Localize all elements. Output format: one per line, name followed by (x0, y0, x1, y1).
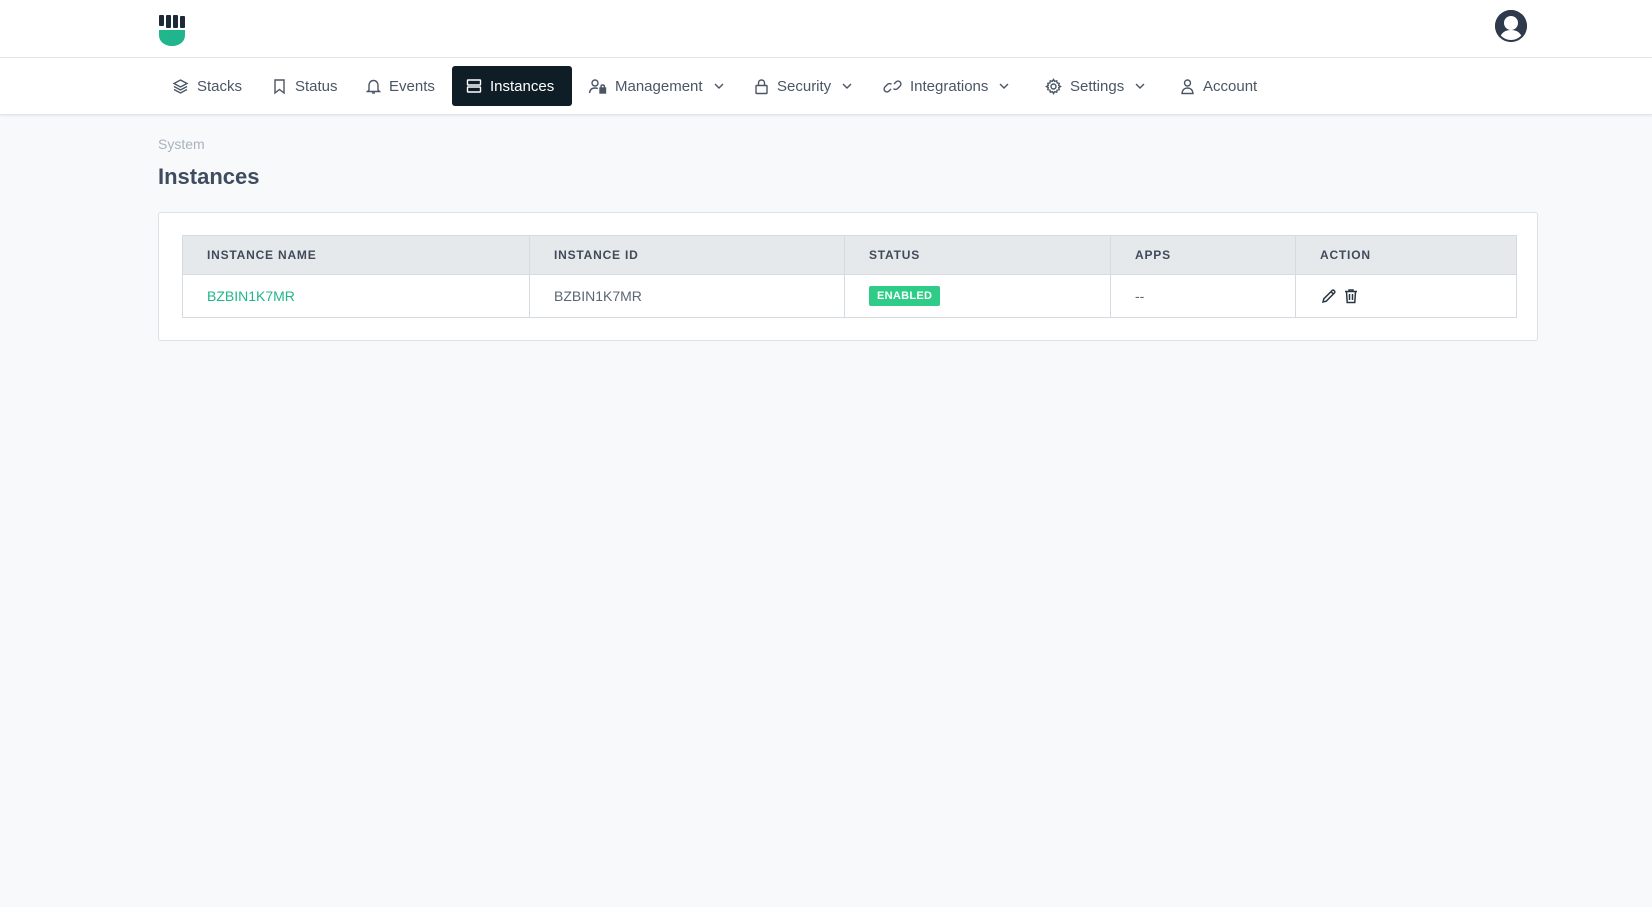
fist-logo-icon[interactable] (157, 15, 187, 47)
server-icon (466, 79, 482, 93)
trash-icon (1345, 289, 1357, 304)
bell-icon (366, 79, 381, 94)
nav-label-stacks: Stacks (197, 77, 243, 95)
nav-label-status: Status (295, 77, 338, 95)
instances-table: INSTANCE NAME INSTANCE ID STATUS APPS AC… (182, 235, 1517, 318)
nav-label-management: Management (615, 77, 703, 95)
user-avatar-icon (1495, 10, 1527, 42)
table-header-row: INSTANCE NAME INSTANCE ID STATUS APPS AC… (182, 235, 1517, 275)
chevron-down-icon (999, 83, 1009, 89)
nav-item-account[interactable]: Account (1166, 66, 1271, 106)
nav-item-events[interactable]: Events (352, 66, 449, 106)
page-title: Instances (158, 164, 260, 189)
breadcrumb[interactable]: System (158, 136, 205, 152)
nav-label-instances: Instances (490, 77, 555, 95)
nav-item-instances[interactable]: Instances (452, 66, 572, 106)
table-row: BZBIN1K7MR BZBIN1K7MR ENABLED -- (182, 274, 1517, 318)
lock-icon (755, 78, 768, 94)
column-header-action: ACTION (1295, 235, 1517, 275)
instance-name-cell: BZBIN1K7MR (182, 274, 530, 318)
pencil-icon (1321, 289, 1336, 304)
row-actions (1320, 287, 1516, 305)
chevron-down-icon (842, 83, 852, 89)
main-nav: Stacks Status Events Instances Managemen… (0, 58, 1652, 115)
nav-item-status[interactable]: Status (258, 66, 352, 106)
nav-label-integrations: Integrations (910, 77, 989, 95)
nav-label-security: Security (777, 77, 832, 95)
user-icon (1181, 78, 1194, 94)
gear-icon (1045, 77, 1062, 95)
delete-button[interactable] (1342, 287, 1360, 305)
user-avatar[interactable] (1495, 10, 1527, 42)
user-lock-icon (588, 78, 607, 94)
chevron-down-icon (1135, 83, 1145, 89)
column-header-status: STATUS (844, 235, 1111, 275)
instance-name-link[interactable]: BZBIN1K7MR (207, 288, 295, 304)
column-header-apps: APPS (1110, 235, 1296, 275)
column-header-instance-id: INSTANCE ID (529, 235, 845, 275)
nav-label-account: Account (1203, 77, 1258, 95)
nav-item-integrations[interactable]: Integrations (869, 66, 1024, 106)
column-header-instance-name: INSTANCE NAME (182, 235, 530, 275)
status-cell: ENABLED (844, 274, 1111, 318)
bookmark-icon (274, 78, 285, 94)
layers-icon (172, 78, 189, 94)
instances-card: INSTANCE NAME INSTANCE ID STATUS APPS AC… (158, 212, 1538, 341)
status-badge: ENABLED (869, 286, 941, 306)
action-cell (1295, 274, 1517, 318)
nav-label-events: Events (389, 77, 435, 95)
link-icon (883, 79, 902, 93)
nav-item-management[interactable]: Management (574, 66, 739, 106)
nav-item-security[interactable]: Security (740, 66, 867, 106)
edit-button[interactable] (1320, 287, 1338, 305)
nav-item-stacks[interactable]: Stacks (158, 66, 256, 106)
nav-label-settings: Settings (1070, 77, 1125, 95)
instance-id-cell: BZBIN1K7MR (529, 274, 845, 318)
chevron-down-icon (714, 83, 724, 89)
nav-item-settings[interactable]: Settings (1031, 66, 1160, 106)
apps-cell: -- (1110, 274, 1296, 318)
top-bar (0, 0, 1652, 58)
